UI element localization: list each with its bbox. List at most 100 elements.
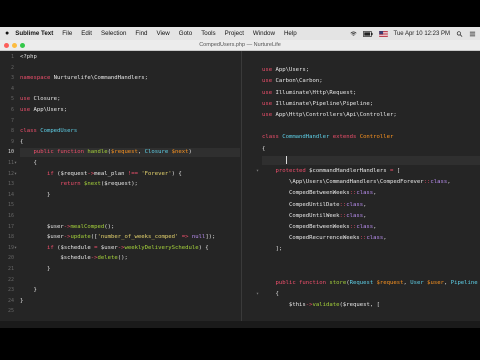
code-line[interactable]: { [262,290,278,299]
line-number: 7 [10,117,14,124]
line-number: 9 [10,138,14,145]
menu-goto[interactable]: Goto [179,30,192,37]
line-number: 3 [10,75,14,82]
code-token: extends [329,134,357,141]
fold-arrow-icon[interactable]: ▾ [14,159,17,168]
fold-arrow-icon[interactable]: ▾ [256,167,259,176]
code-token: \App\Users\CommandHandlers\CompedForever [288,179,424,186]
code-token: handle [84,149,108,156]
code-token: ]; [262,246,283,253]
code-line[interactable]: CompedUntilWeek::class, [262,212,367,221]
code-token: App\Http\Controllers\Api\Controller [272,112,394,118]
code-line[interactable]: $schedule->delete(); [20,254,127,263]
code-line[interactable]: protected $commandHandlerHandlers = [ [262,167,400,176]
code-line[interactable]: if ($request->meal_plan !== 'Forever') { [20,170,182,179]
code-token: Nurturelife\CommandHandlers [50,75,145,82]
code-line[interactable]: } [20,265,50,274]
code-line[interactable]: $user->update(['number_of_weeks_comped' … [20,233,215,242]
code-line[interactable]: return $next($request); [20,180,138,189]
code-token: $request [104,181,132,188]
menu-project[interactable]: Project [225,30,244,37]
code-token: class [20,128,37,135]
current-line-highlight [262,155,480,165]
wifi-icon[interactable] [349,31,357,37]
code-line[interactable]: public function handle($request, Closure… [20,148,191,157]
code-line[interactable]: } [20,191,50,200]
menu-app-name[interactable]: Sublime Text [15,30,53,37]
search-icon[interactable] [456,30,463,37]
code-token: use [262,78,273,85]
code-line[interactable]: use App\Users; [20,106,67,115]
code-token: ; [393,112,397,118]
code-token: (); [104,223,115,230]
code-line[interactable]: $user->mealComped(); [20,223,114,232]
line-number: 22 [7,276,14,283]
code-line[interactable]: use Illuminate\Http\Request; [262,89,356,98]
fold-arrow-icon[interactable]: ▾ [256,290,259,299]
code-line[interactable]: ]; [262,245,282,254]
code-line[interactable]: <?php [20,53,37,62]
code-line[interactable]: use Closure; [20,95,60,104]
flag-icon[interactable] [378,30,388,37]
menu-find[interactable]: Find [135,30,147,37]
code-line[interactable]: CompedBetweenWeeks::class, [262,189,377,198]
code-line[interactable]: } [20,286,36,295]
code-line[interactable]: class CommandHandler extends Controller [262,133,393,142]
code-line[interactable]: \App\Users\CommandHandlers\CompedForever… [262,178,451,187]
code-line[interactable]: CompedBetweenWeeks::class, [262,223,377,232]
menu-help[interactable]: Help [284,30,297,37]
code-token: if [46,170,54,177]
code-token: CompedRecurrenceWeeks [288,235,360,242]
code-token: $request [110,149,138,156]
code-token: class [262,134,279,141]
code-token: CompedBetweenWeeks [288,224,350,230]
video-letterbox-top [0,0,480,27]
line-number: 19 [7,244,14,251]
menu-window[interactable]: Window [253,30,275,37]
code-line[interactable]: { [262,145,265,154]
menu-selection[interactable]: Selection [101,30,126,37]
code-line[interactable]: { [20,138,23,147]
code-line[interactable]: CompedUntilDate::class, [262,201,367,210]
code-line[interactable]: { [20,159,36,168]
code-token: , [447,179,451,186]
code-line[interactable]: use Carbon\Carbon; [262,77,323,86]
code-line[interactable]: use Illuminate\Pipeline\Pipeline; [262,100,373,109]
editor-pane-right[interactable]: use App\Users; use Carbon\Carbon; use Illu… [241,51,480,321]
code-token: $next [80,181,101,188]
menu-file[interactable]: File [62,30,72,37]
code-line[interactable]: use App\Users; [262,66,309,75]
code-token: use [262,67,273,74]
code-line[interactable]: $this->validate($request, [ [262,301,380,310]
code-line[interactable]: namespace Nurturelife\CommandHandlers; [20,74,148,83]
code-line[interactable]: CompedRecurrenceWeeks::class, [262,234,387,243]
menu-edit[interactable]: Edit [81,30,92,37]
code-line[interactable]: class CompedUsers [20,127,77,136]
code-token: meal_plan [94,170,125,177]
code-line[interactable]: if ($schedule = $user->weeklyDeliverySch… [20,244,209,253]
line-number: 8 [10,128,14,135]
code-line[interactable]: use App\Http\Controllers\Api\Controller; [262,111,397,120]
code-token: class [356,190,374,197]
code-token: $schedule [60,255,91,262]
menu-view[interactable]: View [156,30,169,37]
menu-tools[interactable]: Tools [201,30,215,37]
apple-icon[interactable]: ● [5,30,9,37]
code-token: Illuminate\Pipeline\Pipeline [272,100,370,107]
fold-arrow-icon[interactable]: ▾ [14,170,17,179]
list-icon[interactable] [469,31,476,37]
code-token: class [346,201,364,208]
line-number: 21 [7,266,14,272]
fold-arrow-icon[interactable]: ▾ [14,244,17,253]
menu-clock[interactable]: Tue Apr 10 12:23 PM [394,31,450,37]
editor-pane-left[interactable]: 1 <?php 2 3 namespace Nurturelife\CommandHan… [0,51,240,321]
code-token: } [20,297,24,304]
battery-icon[interactable] [362,30,373,37]
code-line[interactable]: public function store(Request $request, … [262,279,480,288]
code-line[interactable]: } [20,297,23,306]
